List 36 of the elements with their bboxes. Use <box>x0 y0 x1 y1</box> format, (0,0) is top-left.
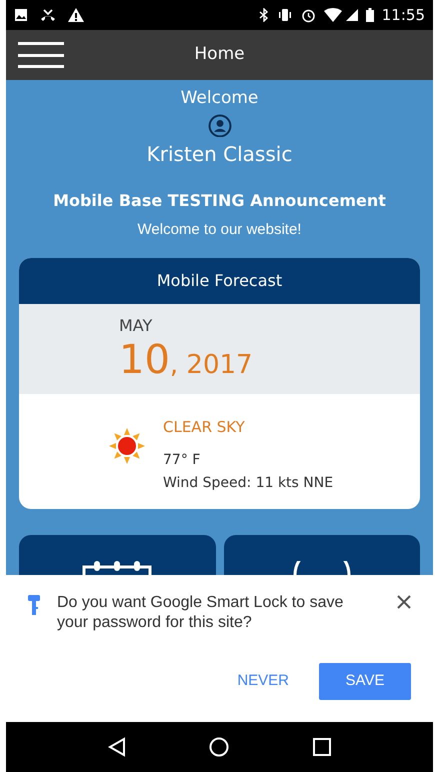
day-label: 10 <box>119 340 170 380</box>
vibrate-icon <box>276 8 293 22</box>
wifi-icon <box>324 8 342 22</box>
recents-icon[interactable] <box>313 738 332 756</box>
warning-icon <box>68 8 84 22</box>
clock: 11:55 <box>382 4 425 26</box>
user-name: Kristen Classic <box>146 141 292 168</box>
battery-icon <box>366 8 374 22</box>
sun-icon <box>109 428 145 464</box>
missed-call-icon <box>40 8 56 22</box>
menu-button[interactable] <box>18 40 64 70</box>
image-icon <box>14 8 28 22</box>
announcement-title: Mobile Base TESTING Announcement <box>53 190 386 212</box>
save-button[interactable]: SAVE <box>319 663 411 700</box>
tile[interactable] <box>224 535 420 575</box>
welcome-label: Welcome <box>180 87 258 110</box>
forecast-title: Mobile Forecast <box>156 270 282 292</box>
never-button[interactable]: NEVER <box>237 670 289 693</box>
close-icon <box>397 595 411 609</box>
month-label: MAY <box>119 318 154 334</box>
home-icon[interactable] <box>209 737 230 757</box>
year-label: , 2017 <box>170 352 253 378</box>
signal-icon <box>346 9 358 21</box>
smart-lock-message: Do you want Google Smart Lock to save your password for this site? <box>57 593 344 633</box>
weather-condition: CLEAR SKY <box>163 416 246 438</box>
bluetooth-icon <box>258 8 269 22</box>
key-icon <box>28 595 40 615</box>
alarm-icon <box>300 8 316 22</box>
tile[interactable] <box>19 535 216 575</box>
temperature: 77° F <box>163 451 202 470</box>
user-icon <box>208 114 232 138</box>
page-title: Home <box>194 43 245 66</box>
back-icon[interactable] <box>108 737 126 757</box>
announcement-message: Welcome to our website! <box>138 220 302 240</box>
close-button[interactable] <box>397 595 411 609</box>
wind-speed: Wind Speed: 11 kts NNE <box>163 474 334 494</box>
